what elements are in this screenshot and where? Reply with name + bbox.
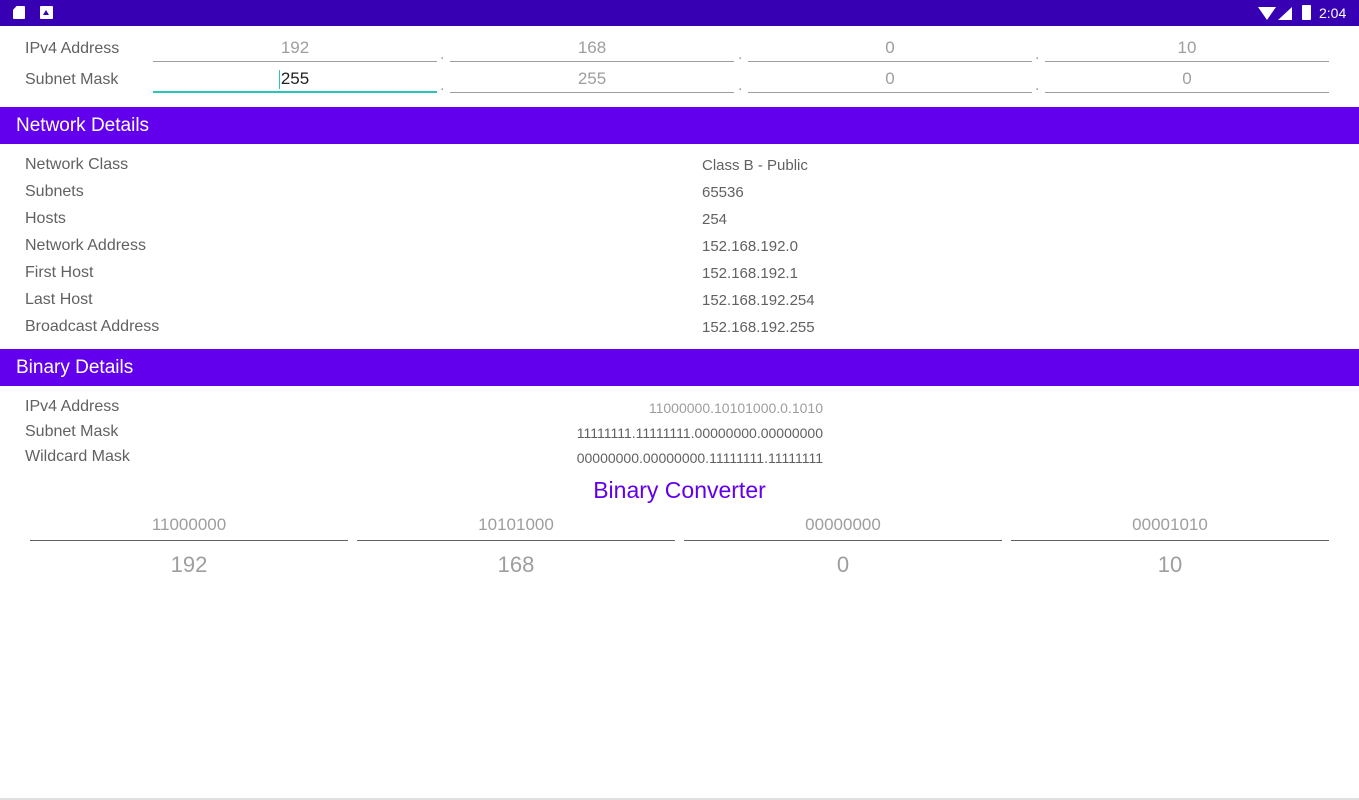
- subnets-value: 65536: [702, 184, 744, 201]
- subnet-octet-3-input[interactable]: 0: [748, 67, 1032, 93]
- subnet-dot-separator: .: [440, 77, 445, 94]
- network-details-header: Network Details: [0, 107, 1359, 144]
- decimal-octet-3: 0: [836, 552, 850, 577]
- network-class-label: Network Class: [25, 156, 129, 173]
- subnet-dot-separator: .: [1035, 77, 1040, 94]
- binary-octet-2-input[interactable]: 10101000: [357, 513, 675, 541]
- decimal-octet-2: 168: [497, 552, 535, 577]
- binary-ipv4-value: 11000000.10101000.0.1010: [648, 400, 823, 416]
- network-class-value: Class B - Public: [702, 157, 808, 174]
- binary-wildcard-label: Wildcard Mask: [25, 448, 130, 465]
- subnet-dot-separator: .: [738, 77, 743, 94]
- status-bar: 2:04: [0, 0, 1359, 26]
- decimal-octet-1: 192: [170, 552, 208, 577]
- binary-details-header: Binary Details: [0, 349, 1359, 386]
- network-address-label: Network Address: [25, 237, 146, 254]
- subnet-octet-1-value: 255: [280, 69, 310, 88]
- subnet-octet-4-input[interactable]: 0: [1045, 67, 1329, 93]
- cell-signal-icon: [1278, 7, 1292, 20]
- first-host-label: First Host: [25, 264, 94, 281]
- hosts-value: 254: [702, 211, 728, 228]
- ipv4-dot-separator: .: [440, 46, 445, 63]
- last-host-label: Last Host: [25, 291, 93, 308]
- ipv4-octet-1-input[interactable]: 192: [153, 36, 437, 62]
- binary-converter-title: Binary Converter: [593, 477, 766, 503]
- text-cursor: [279, 70, 280, 89]
- binary-subnet-value: 11111111.11111111.00000000.00000000: [576, 425, 823, 441]
- subnet-mask-label: Subnet Mask: [25, 71, 119, 88]
- binary-octet-1-input[interactable]: 11000000: [30, 513, 348, 541]
- status-time: 2:04: [1319, 5, 1347, 21]
- binary-subnet-label: Subnet Mask: [25, 423, 119, 440]
- subnet-octet-1-input[interactable]: 255: [153, 67, 437, 93]
- binary-octet-3-input[interactable]: 00000000: [684, 513, 1002, 541]
- ipv4-address-label: IPv4 Address: [25, 40, 120, 57]
- subnet-octet-2-input[interactable]: 255: [450, 67, 734, 93]
- wifi-icon: [1258, 7, 1276, 20]
- binary-wildcard-value: 00000000.00000000.11111111.11111111: [576, 450, 823, 466]
- broadcast-address-value: 152.168.192.255: [702, 319, 815, 336]
- first-host-value: 152.168.192.1: [702, 265, 798, 282]
- ipv4-octet-4-input[interactable]: 10: [1045, 36, 1329, 62]
- ipv4-octet-3-input[interactable]: 0: [748, 36, 1032, 62]
- broadcast-address-label: Broadcast Address: [25, 318, 160, 335]
- subnets-label: Subnets: [25, 183, 84, 200]
- decimal-octet-4: 10: [1157, 552, 1183, 577]
- last-host-value: 152.168.192.254: [702, 292, 815, 309]
- binary-octet-4-input[interactable]: 00001010: [1011, 513, 1329, 541]
- battery-icon: [1302, 5, 1311, 20]
- image-icon: [40, 6, 53, 19]
- ipv4-octet-2-input[interactable]: 168: [450, 36, 734, 62]
- binary-ipv4-label: IPv4 Address: [25, 398, 120, 415]
- network-address-value: 152.168.192.0: [702, 238, 798, 255]
- sd-card-icon: [13, 6, 25, 19]
- hosts-label: Hosts: [25, 210, 66, 227]
- ipv4-dot-separator: .: [738, 46, 743, 63]
- ipv4-dot-separator: .: [1035, 46, 1040, 63]
